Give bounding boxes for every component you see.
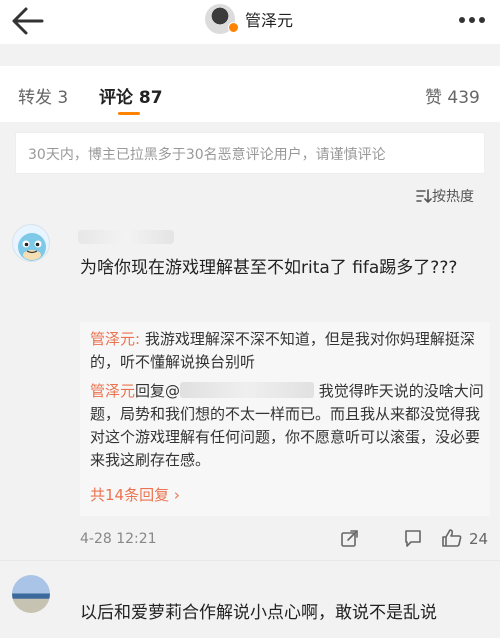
verified-badge-icon xyxy=(228,22,239,33)
comment-text: 为啥你现在游戏理解甚至不如rita了 fifa踢多了??? xyxy=(80,258,458,278)
notice-text: 30天内，博主已拉黑多于30名恶意评论用户，请谨慎评论 xyxy=(28,147,386,163)
reply-item: 管泽元回复@ 我觉得昨天说的没啥大问题，局势和我们想的不太一样而已。而且我从来都… xyxy=(90,380,484,472)
comment-notice: 30天内，博主已拉黑多于30名恶意评论用户，请谨慎评论 xyxy=(15,132,485,174)
blurred-mention xyxy=(180,382,315,398)
more-menu-icon[interactable] xyxy=(452,5,492,35)
comment-timestamp: 4-28 12:21 xyxy=(80,531,157,547)
commenter-avatar[interactable] xyxy=(12,224,50,262)
tab-comment[interactable]: 评论 87 xyxy=(99,83,163,108)
comment-text: 以后和爱萝莉合作解说小点心啊，敢说不是乱说 xyxy=(80,603,437,623)
like-icon[interactable] xyxy=(441,528,463,548)
blurred-username xyxy=(78,230,174,244)
reply-item: 管泽元: 我游戏理解深不深不知道，但是我对你妈理解挺深的，听不懂解说换台别听 xyxy=(90,328,484,374)
reply-author-link[interactable]: 管泽元 xyxy=(90,382,135,400)
top-bar: 管泽元 xyxy=(0,0,500,44)
comment-divider xyxy=(0,560,500,561)
reply-verb: 回复@ xyxy=(135,382,181,400)
like-count: 24 xyxy=(469,530,489,548)
squirtle-avatar-icon xyxy=(18,233,46,261)
sort-icon xyxy=(416,189,432,203)
comment-icon[interactable] xyxy=(403,528,423,548)
tab-like[interactable]: 赞 439 xyxy=(425,83,480,108)
tab-bar: 转发 3 评论 87 赞 439 xyxy=(0,66,500,122)
reply-author-link[interactable]: 管泽元: xyxy=(90,330,140,348)
commenter-avatar[interactable] xyxy=(12,575,50,613)
sort-button[interactable]: 按热度 xyxy=(416,186,474,206)
more-replies-link[interactable]: 共14条回复 › xyxy=(90,484,180,505)
share-icon[interactable] xyxy=(340,528,360,548)
reply-text: 我游戏理解深不深不知道，但是我对你妈理解挺深的，听不懂解说换台别听 xyxy=(90,330,475,371)
active-tab-indicator xyxy=(118,112,140,115)
reply-thread[interactable]: 管泽元: 我游戏理解深不深不知道，但是我对你妈理解挺深的，听不懂解说换台别听 管… xyxy=(80,322,490,516)
back-arrow-icon[interactable] xyxy=(10,6,46,36)
sort-label: 按热度 xyxy=(432,189,474,205)
tab-repost[interactable]: 转发 3 xyxy=(18,83,68,108)
page-title[interactable]: 管泽元 xyxy=(245,7,293,31)
